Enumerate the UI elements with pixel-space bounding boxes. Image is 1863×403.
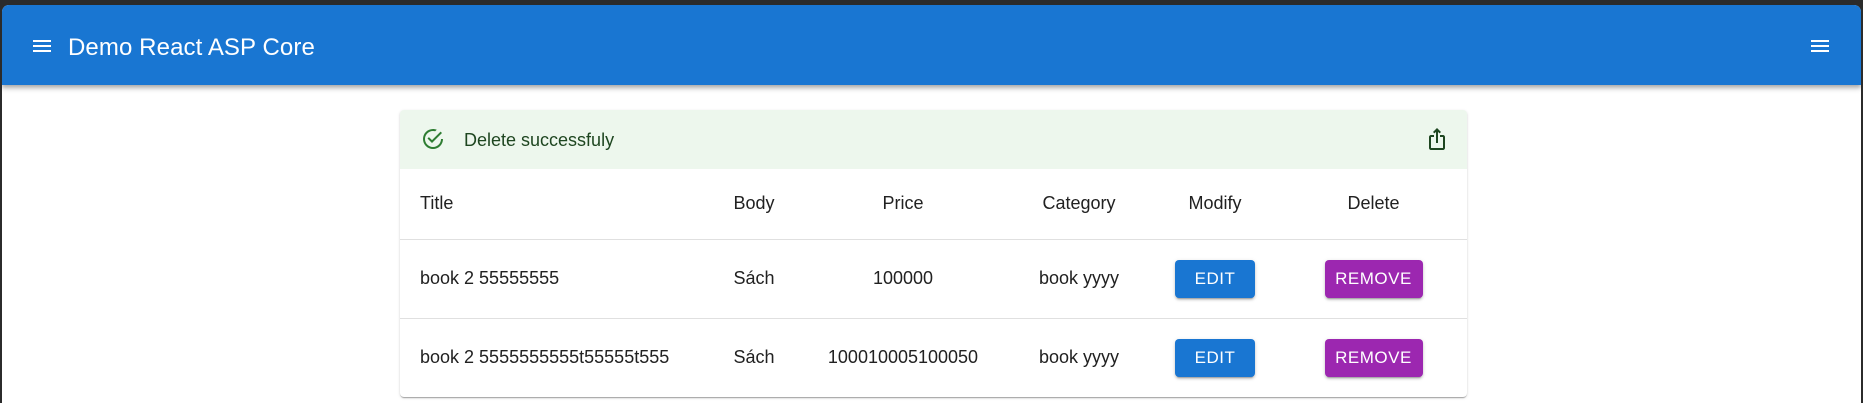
cell-body: Sách <box>733 347 775 368</box>
remove-button[interactable]: REMOVE <box>1324 338 1423 377</box>
column-header-price: Price <box>798 169 1008 240</box>
remove-button[interactable]: REMOVE <box>1324 259 1423 298</box>
column-header-category: Category <box>1008 169 1150 240</box>
cell-modify: EDIT <box>1150 318 1280 397</box>
column-header-delete: Delete <box>1280 169 1467 240</box>
success-alert: Delete successfuly <box>400 110 1467 169</box>
cell-category: book yyyy <box>1008 239 1150 319</box>
table-row: book 2 55555555 Sách 100000 book yyyy ED… <box>400 239 1467 319</box>
cell-title: book 2 5555555555t55555t555 <box>420 347 670 368</box>
share-export-icon[interactable] <box>1425 127 1449 151</box>
column-header-title: Title <box>400 169 710 240</box>
menu-button-right[interactable] <box>1799 25 1841 67</box>
cell-delete: REMOVE <box>1280 239 1467 319</box>
menu-icon <box>33 40 51 52</box>
edit-button[interactable]: EDIT <box>1175 338 1255 377</box>
books-table: Title Body Price Category Modify Delete … <box>400 169 1467 397</box>
menu-icon <box>1811 40 1829 52</box>
table-row: book 2 5555555555t55555t555 Sách 1000100… <box>400 318 1467 397</box>
cell-price: 100010005100050 <box>827 347 979 368</box>
column-header-modify: Modify <box>1150 169 1280 240</box>
cell-title: book 2 55555555 <box>400 239 710 319</box>
app-bar: Demo React ASP Core <box>2 5 1861 85</box>
book-table-panel: Delete successfuly Title Body Price Cate… <box>400 110 1467 397</box>
table-header-row: Title Body Price Category Modify Delete <box>400 169 1467 240</box>
alert-message: Delete successfuly <box>464 130 615 150</box>
check-circle-outline-icon <box>423 129 443 149</box>
edit-button[interactable]: EDIT <box>1175 259 1255 298</box>
cell-price: 100000 <box>798 239 1008 319</box>
cell-modify: EDIT <box>1150 239 1280 319</box>
browser-viewport: Demo React ASP Core Delete successfuly T… <box>2 5 1861 403</box>
cell-category: book yyyy <box>1038 347 1120 368</box>
menu-button[interactable] <box>21 25 63 67</box>
cell-delete: REMOVE <box>1280 318 1467 397</box>
column-header-body: Body <box>710 169 798 240</box>
app-title: Demo React ASP Core <box>68 34 315 61</box>
cell-body: Sách <box>710 239 798 319</box>
